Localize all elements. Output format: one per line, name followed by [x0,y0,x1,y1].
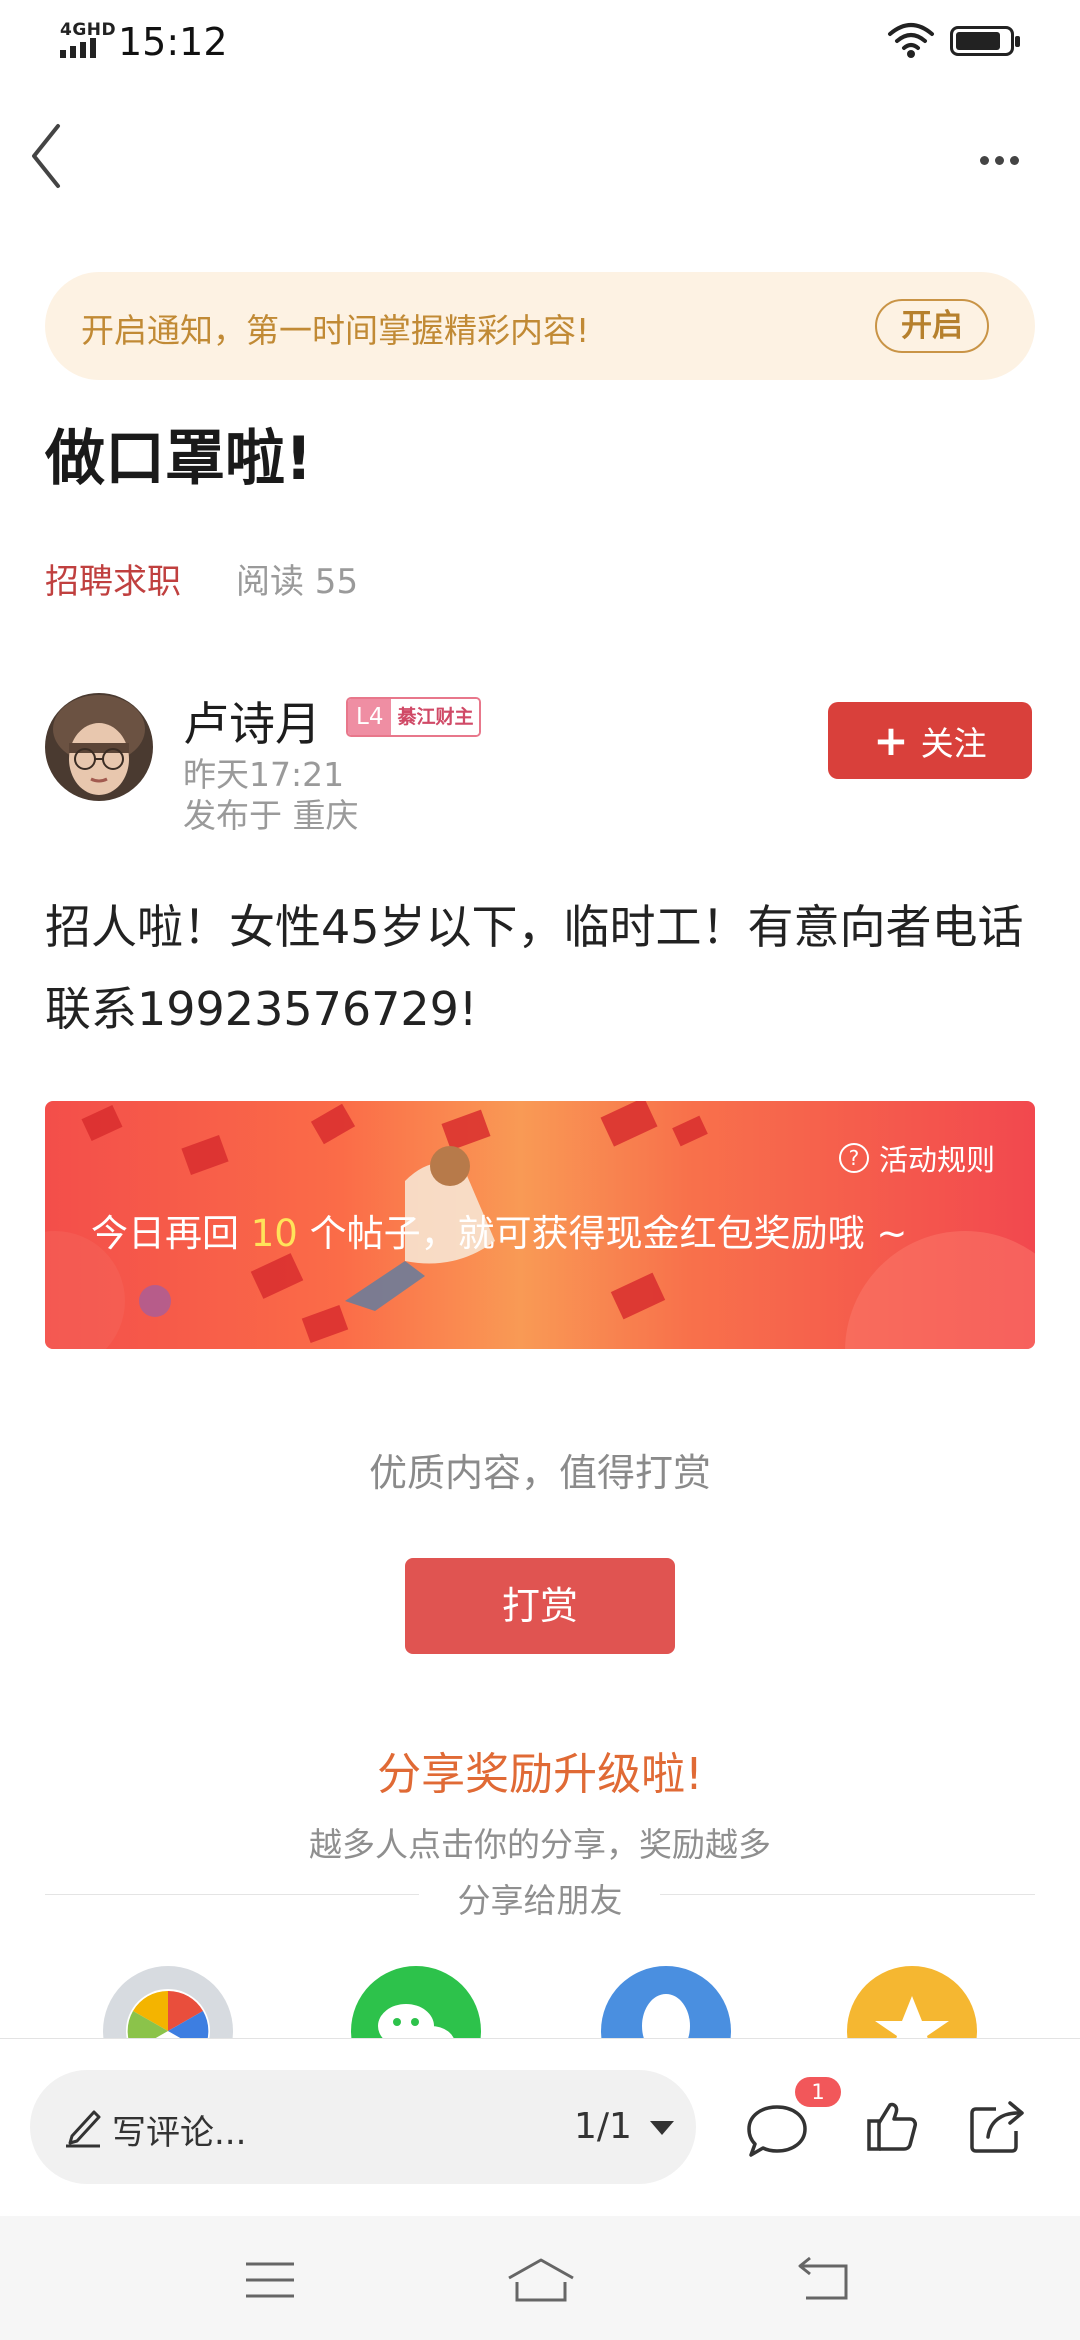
activity-rules-label: 活动规则 [878,1143,995,1177]
avatar[interactable] [45,693,153,801]
post-content: 招人啦！女性45岁以下，临时工！有意向者电话联系19923576729! [45,900,1024,1036]
level-badge: L4 綦江财主 [346,697,482,737]
comment-count-badge: 1 [795,2077,841,2107]
activity-description: 今日再回 10 个帖子，就可获得现金红包奖励哦 ~ [91,1203,907,1257]
more-button[interactable] [980,150,1025,169]
dot-icon [995,156,1004,165]
author-name[interactable]: 卢诗月 [183,688,321,754]
signal-icon [60,38,104,62]
pen-icon [64,2104,104,2152]
system-navigation-bar [0,2216,1080,2340]
reward-hint: 优质内容，值得打赏 [368,1451,711,1495]
plus-icon: + [873,716,909,765]
back-button[interactable] [26,120,66,196]
post-location: 发布于 重庆 [183,796,359,835]
battery-icon [950,26,1020,56]
level-title: 綦江财主 [391,699,480,735]
activity-text-before: 今日再回 [91,1212,251,1255]
follow-button[interactable]: + 关注 [828,702,1032,779]
bottom-toolbar: 写评论... 1/1 1 [0,2038,1080,2217]
post-title: 做口罩啦! [45,424,313,494]
menu-icon[interactable] [244,2260,296,2304]
home-icon[interactable] [505,2256,577,2308]
level-number: L4 [348,699,392,735]
wifi-icon [886,20,936,64]
question-icon: ? [838,1143,869,1173]
share-icon[interactable] [968,2097,1028,2159]
reward-button[interactable]: 打赏 [405,1558,675,1654]
status-time: 15:12 [118,20,228,64]
post-category[interactable]: 招聘求职 [45,554,181,603]
notification-text: 开启通知，第一时间掌握精彩内容! [81,311,590,350]
share-to-friends-label: 分享给朋友 [457,1881,623,1920]
follow-label: 关注 [920,724,987,763]
activity-text-after: 个帖子，就可获得现金红包奖励哦 ~ [297,1212,908,1255]
comment-icon[interactable] [745,2101,809,2165]
dropdown-arrow-icon[interactable] [650,2121,674,2135]
activity-banner[interactable]: ? 活动规则 今日再回 10 个帖子，就可获得现金红包奖励哦 ~ [45,1101,1035,1349]
activity-highlight-number: 10 [250,1212,298,1255]
share-subtitle: 越多人点击你的分享，奖励越多 [309,1825,771,1864]
activity-rules-link[interactable]: ? 活动规则 [838,1137,995,1179]
comment-input[interactable]: 写评论... 1/1 [30,2070,696,2184]
dot-icon [1010,156,1019,165]
read-count: 阅读 55 [236,562,359,602]
comment-placeholder: 写评论... [112,2113,247,2153]
back-nav-icon[interactable] [796,2256,852,2308]
network-indicator: 4GHD [60,20,117,40]
notification-banner: 开启通知，第一时间掌握精彩内容! 开启 [45,272,1035,380]
dot-icon [980,156,989,165]
page-indicator[interactable]: 1/1 [574,2106,632,2147]
enable-notification-button[interactable]: 开启 [875,299,989,353]
like-icon[interactable] [866,2099,918,2157]
share-title: 分享奖励升级啦! [377,1749,703,1800]
